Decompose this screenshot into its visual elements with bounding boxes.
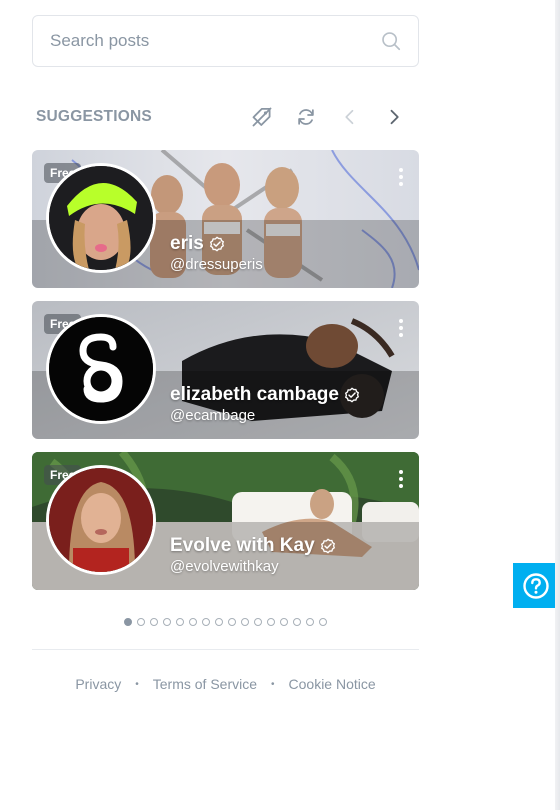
suggestion-card[interactable]: Free Evolve with Kay @evolvewithkay — [32, 452, 419, 590]
avatar[interactable] — [46, 314, 156, 424]
avatar[interactable] — [46, 465, 156, 575]
help-button[interactable] — [513, 563, 558, 608]
search-bar[interactable] — [32, 15, 419, 67]
previous-button[interactable] — [328, 98, 372, 136]
creator-handle: @evolvewithkay — [170, 558, 279, 575]
creator-name: Evolve with Kay — [170, 535, 315, 556]
next-button[interactable] — [372, 98, 416, 136]
pagination-dot[interactable] — [241, 618, 249, 626]
pagination-dot[interactable] — [189, 618, 197, 626]
footer-separator: • — [135, 678, 139, 690]
terms-of-service-link[interactable]: Terms of Service — [153, 676, 257, 692]
chevron-left-icon — [345, 109, 354, 125]
chevron-right-icon — [390, 109, 399, 125]
suggestions-title: SUGGESTIONS — [36, 108, 152, 125]
suggestion-card[interactable]: Free elizabeth cambage @ecambage — [32, 301, 419, 439]
scrollbar-edge — [555, 0, 560, 810]
pagination-dot[interactable] — [150, 618, 158, 626]
refresh-icon — [298, 109, 314, 125]
pagination-dot[interactable] — [319, 618, 327, 626]
pagination-dot[interactable] — [254, 618, 262, 626]
search-icon[interactable] — [380, 30, 402, 52]
suggestions-tools — [240, 98, 416, 136]
pagination-dot[interactable] — [124, 618, 132, 626]
more-options-icon[interactable] — [397, 319, 405, 341]
verified-badge-icon — [209, 236, 224, 252]
creator-name-row[interactable]: elizabeth cambage — [170, 384, 360, 406]
privacy-link[interactable]: Privacy — [75, 676, 121, 692]
cookie-notice-link[interactable]: Cookie Notice — [289, 676, 376, 692]
footer-links: Privacy • Terms of Service • Cookie Noti… — [32, 676, 419, 692]
avatar[interactable] — [46, 163, 156, 273]
pagination-dot[interactable] — [306, 618, 314, 626]
verified-badge-icon — [320, 538, 335, 554]
more-options-icon[interactable] — [397, 470, 405, 492]
carousel-pagination — [124, 618, 327, 626]
pagination-dot[interactable] — [137, 618, 145, 626]
verified-badge-icon — [344, 387, 360, 403]
refresh-button[interactable] — [284, 98, 328, 136]
pagination-dot[interactable] — [228, 618, 236, 626]
creator-name: eris — [170, 233, 204, 254]
help-question-icon — [522, 572, 549, 599]
creator-handle: @dressuperis — [170, 256, 263, 273]
creator-handle: @ecambage — [170, 407, 256, 424]
pagination-dot[interactable] — [267, 618, 275, 626]
creator-name-row[interactable]: eris — [170, 233, 225, 255]
creator-name: elizabeth cambage — [170, 384, 339, 405]
pagination-dot[interactable] — [163, 618, 171, 626]
search-input[interactable] — [50, 31, 350, 51]
suggestion-card[interactable]: Free eris @dressuperis — [32, 150, 419, 288]
creator-name-row[interactable]: Evolve with Kay — [170, 535, 336, 557]
pagination-dot[interactable] — [202, 618, 210, 626]
suggestions-header: SUGGESTIONS — [36, 98, 416, 136]
pagination-dot[interactable] — [215, 618, 223, 626]
more-options-icon[interactable] — [397, 168, 405, 190]
footer-separator: • — [271, 678, 275, 690]
pagination-dot[interactable] — [176, 618, 184, 626]
divider — [32, 649, 419, 650]
pagination-dot[interactable] — [293, 618, 301, 626]
pagination-dot[interactable] — [280, 618, 288, 626]
hide-paid-filter-icon — [252, 107, 272, 127]
hide-paid-filter-button[interactable] — [240, 98, 284, 136]
